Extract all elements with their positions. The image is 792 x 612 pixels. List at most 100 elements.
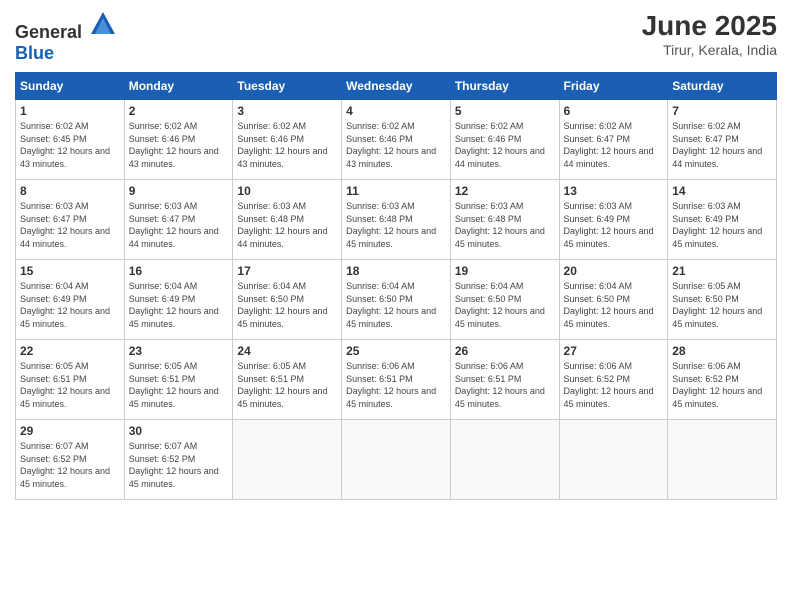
day-number: 21 [672,264,772,278]
table-row: 19 Sunrise: 6:04 AMSunset: 6:50 PMDaylig… [450,260,559,340]
table-row: 28 Sunrise: 6:06 AMSunset: 6:52 PMDaylig… [668,340,777,420]
day-info: Sunrise: 6:06 AMSunset: 6:51 PMDaylight:… [346,361,436,409]
col-friday: Friday [559,73,668,100]
day-info: Sunrise: 6:05 AMSunset: 6:51 PMDaylight:… [129,361,219,409]
table-row: 11 Sunrise: 6:03 AMSunset: 6:48 PMDaylig… [342,180,451,260]
table-row: 29 Sunrise: 6:07 AMSunset: 6:52 PMDaylig… [16,420,125,500]
table-row: 5 Sunrise: 6:02 AMSunset: 6:46 PMDayligh… [450,100,559,180]
day-number: 3 [237,104,337,118]
day-number: 5 [455,104,555,118]
calendar-row: 22 Sunrise: 6:05 AMSunset: 6:51 PMDaylig… [16,340,777,420]
day-number: 9 [129,184,229,198]
table-row [342,420,451,500]
col-wednesday: Wednesday [342,73,451,100]
day-number: 12 [455,184,555,198]
day-number: 4 [346,104,446,118]
day-info: Sunrise: 6:02 AMSunset: 6:47 PMDaylight:… [672,121,762,169]
col-sunday: Sunday [16,73,125,100]
day-number: 27 [564,344,664,358]
logo-general: General [15,22,82,42]
table-row: 15 Sunrise: 6:04 AMSunset: 6:49 PMDaylig… [16,260,125,340]
table-row: 7 Sunrise: 6:02 AMSunset: 6:47 PMDayligh… [668,100,777,180]
day-number: 11 [346,184,446,198]
day-info: Sunrise: 6:03 AMSunset: 6:48 PMDaylight:… [455,201,545,249]
col-monday: Monday [124,73,233,100]
day-number: 2 [129,104,229,118]
day-number: 1 [20,104,120,118]
table-row: 2 Sunrise: 6:02 AMSunset: 6:46 PMDayligh… [124,100,233,180]
day-number: 17 [237,264,337,278]
day-info: Sunrise: 6:02 AMSunset: 6:46 PMDaylight:… [346,121,436,169]
table-row: 8 Sunrise: 6:03 AMSunset: 6:47 PMDayligh… [16,180,125,260]
day-number: 26 [455,344,555,358]
day-number: 23 [129,344,229,358]
day-info: Sunrise: 6:06 AMSunset: 6:52 PMDaylight:… [564,361,654,409]
calendar-table: Sunday Monday Tuesday Wednesday Thursday… [15,72,777,500]
day-number: 29 [20,424,120,438]
location: Tirur, Kerala, India [642,42,777,58]
day-number: 24 [237,344,337,358]
day-number: 30 [129,424,229,438]
day-info: Sunrise: 6:07 AMSunset: 6:52 PMDaylight:… [20,441,110,489]
day-info: Sunrise: 6:02 AMSunset: 6:46 PMDaylight:… [129,121,219,169]
table-row: 18 Sunrise: 6:04 AMSunset: 6:50 PMDaylig… [342,260,451,340]
table-row: 27 Sunrise: 6:06 AMSunset: 6:52 PMDaylig… [559,340,668,420]
month-title: June 2025 [642,10,777,42]
table-row [450,420,559,500]
calendar-row: 1 Sunrise: 6:02 AMSunset: 6:45 PMDayligh… [16,100,777,180]
day-info: Sunrise: 6:03 AMSunset: 6:49 PMDaylight:… [564,201,654,249]
calendar-header-row: Sunday Monday Tuesday Wednesday Thursday… [16,73,777,100]
logo-icon [89,10,117,38]
table-row: 3 Sunrise: 6:02 AMSunset: 6:46 PMDayligh… [233,100,342,180]
day-info: Sunrise: 6:04 AMSunset: 6:50 PMDaylight:… [237,281,327,329]
table-row [233,420,342,500]
table-row: 24 Sunrise: 6:05 AMSunset: 6:51 PMDaylig… [233,340,342,420]
table-row: 9 Sunrise: 6:03 AMSunset: 6:47 PMDayligh… [124,180,233,260]
col-saturday: Saturday [668,73,777,100]
table-row: 21 Sunrise: 6:05 AMSunset: 6:50 PMDaylig… [668,260,777,340]
day-number: 16 [129,264,229,278]
day-info: Sunrise: 6:03 AMSunset: 6:48 PMDaylight:… [237,201,327,249]
col-tuesday: Tuesday [233,73,342,100]
table-row: 10 Sunrise: 6:03 AMSunset: 6:48 PMDaylig… [233,180,342,260]
table-row: 26 Sunrise: 6:06 AMSunset: 6:51 PMDaylig… [450,340,559,420]
day-number: 18 [346,264,446,278]
day-number: 7 [672,104,772,118]
calendar-row: 8 Sunrise: 6:03 AMSunset: 6:47 PMDayligh… [16,180,777,260]
day-info: Sunrise: 6:04 AMSunset: 6:49 PMDaylight:… [129,281,219,329]
table-row: 13 Sunrise: 6:03 AMSunset: 6:49 PMDaylig… [559,180,668,260]
day-number: 10 [237,184,337,198]
day-number: 28 [672,344,772,358]
day-number: 13 [564,184,664,198]
day-info: Sunrise: 6:02 AMSunset: 6:47 PMDaylight:… [564,121,654,169]
day-info: Sunrise: 6:04 AMSunset: 6:49 PMDaylight:… [20,281,110,329]
day-info: Sunrise: 6:04 AMSunset: 6:50 PMDaylight:… [455,281,545,329]
table-row: 25 Sunrise: 6:06 AMSunset: 6:51 PMDaylig… [342,340,451,420]
day-info: Sunrise: 6:06 AMSunset: 6:51 PMDaylight:… [455,361,545,409]
table-row: 1 Sunrise: 6:02 AMSunset: 6:45 PMDayligh… [16,100,125,180]
day-info: Sunrise: 6:02 AMSunset: 6:45 PMDaylight:… [20,121,110,169]
day-info: Sunrise: 6:03 AMSunset: 6:47 PMDaylight:… [129,201,219,249]
day-info: Sunrise: 6:02 AMSunset: 6:46 PMDaylight:… [455,121,545,169]
day-number: 19 [455,264,555,278]
table-row: 14 Sunrise: 6:03 AMSunset: 6:49 PMDaylig… [668,180,777,260]
day-number: 6 [564,104,664,118]
day-info: Sunrise: 6:03 AMSunset: 6:48 PMDaylight:… [346,201,436,249]
day-info: Sunrise: 6:04 AMSunset: 6:50 PMDaylight:… [564,281,654,329]
page-container: General Blue June 2025 Tirur, Kerala, In… [0,0,792,510]
table-row: 12 Sunrise: 6:03 AMSunset: 6:48 PMDaylig… [450,180,559,260]
table-row: 4 Sunrise: 6:02 AMSunset: 6:46 PMDayligh… [342,100,451,180]
table-row: 6 Sunrise: 6:02 AMSunset: 6:47 PMDayligh… [559,100,668,180]
day-info: Sunrise: 6:07 AMSunset: 6:52 PMDaylight:… [129,441,219,489]
day-info: Sunrise: 6:05 AMSunset: 6:51 PMDaylight:… [20,361,110,409]
day-info: Sunrise: 6:05 AMSunset: 6:50 PMDaylight:… [672,281,762,329]
calendar-row: 15 Sunrise: 6:04 AMSunset: 6:49 PMDaylig… [16,260,777,340]
day-info: Sunrise: 6:06 AMSunset: 6:52 PMDaylight:… [672,361,762,409]
header: General Blue June 2025 Tirur, Kerala, In… [15,10,777,64]
calendar-row: 29 Sunrise: 6:07 AMSunset: 6:52 PMDaylig… [16,420,777,500]
day-number: 15 [20,264,120,278]
day-info: Sunrise: 6:04 AMSunset: 6:50 PMDaylight:… [346,281,436,329]
table-row: 22 Sunrise: 6:05 AMSunset: 6:51 PMDaylig… [16,340,125,420]
table-row: 23 Sunrise: 6:05 AMSunset: 6:51 PMDaylig… [124,340,233,420]
day-number: 25 [346,344,446,358]
